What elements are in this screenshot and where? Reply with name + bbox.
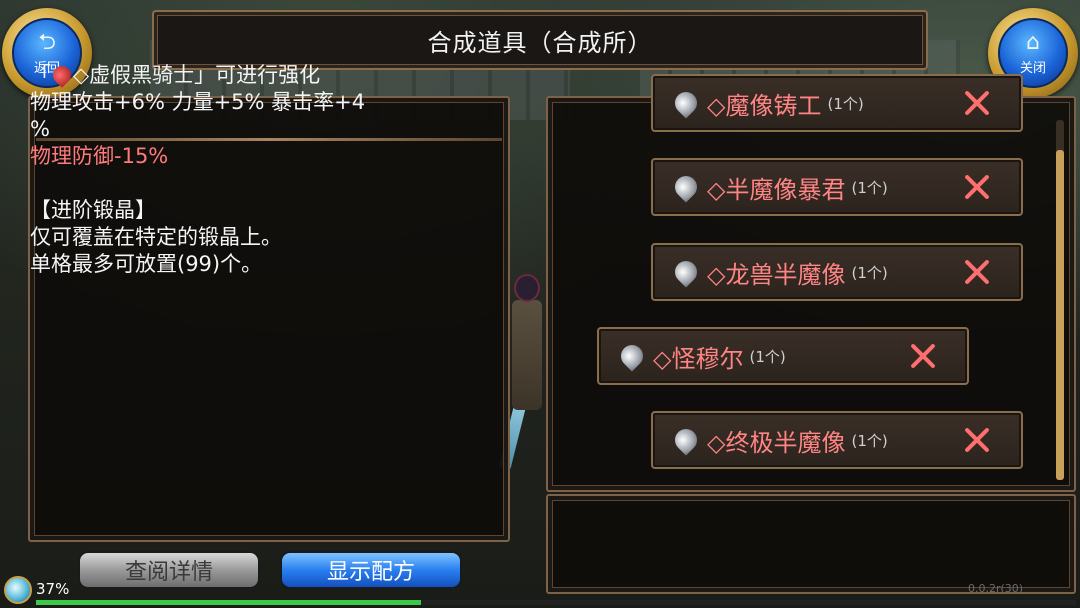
crystal-icon [670,424,702,456]
item-description: 「 ◇虚假黑骑士」可进行强化 物理攻击+6% 力量+5% 暴击率+4 % 物理防御… [30,62,450,278]
list-item-name: ◇龙兽半魔像 [707,260,846,289]
info-line-enhance: 「 ◇虚假黑骑士」可进行强化 [30,62,450,89]
crafting-slot-panel [546,494,1076,594]
list-item[interactable]: ◇半魔像暴君 (1个) [651,158,1023,216]
list-item-name: ◇终极半魔像 [707,428,846,457]
title-bar: 合成道具（合成所） [152,10,928,70]
info-item-name: ◇虚假黑骑士 [73,63,195,87]
list-scrollbar-thumb[interactable] [1056,150,1064,480]
list-scrollbar[interactable] [1056,120,1064,480]
progress-bar-fill [36,600,421,605]
list-item-selected[interactable]: ◇怪穆尔 (1个) [597,327,969,385]
crystal-icon [670,171,702,203]
show-recipe-button[interactable]: 显示配方 [280,551,462,589]
home-icon: ⌂ [1026,29,1040,55]
crystal-icon [616,340,648,372]
page-title: 合成道具（合成所） [427,28,653,57]
list-item-count: (1个) [851,263,888,282]
list-item-count: (1个) [749,347,786,366]
info-line-category: 【进阶锻晶】 [30,198,156,222]
remove-icon[interactable] [963,426,991,454]
list-item[interactable]: ◇龙兽半魔像 (1个) [651,243,1023,301]
progress-bar [36,600,1076,605]
load-percent: 37% [36,580,70,598]
info-line-stats-cont: % [30,117,50,141]
info-bracket-open: 「 [30,63,51,87]
list-item-count: (1个) [827,94,864,113]
version-label: 0.0.2r(30) [968,582,1024,595]
info-line-rule2: 单格最多可放置(99)个。 [30,252,263,276]
close-button-label: 关闭 [1019,60,1046,76]
character-head [514,274,540,302]
info-bracket-close: 」可进行强化 [194,63,321,87]
info-line-penalty: 物理防御-15% [30,144,169,168]
crystal-icon [670,87,702,119]
info-line-stats: 物理攻击+6% 力量+5% 暴击率+4 [30,90,366,114]
network-orb-icon [4,576,32,604]
remove-icon[interactable] [963,173,991,201]
list-item-count: (1个) [851,178,888,197]
remove-icon[interactable] [963,89,991,117]
red-gem-icon [49,62,75,88]
list-item-name: ◇怪穆尔 [653,344,744,373]
return-arrow-icon: ⮌ [38,29,56,55]
remove-icon[interactable] [963,258,991,286]
list-item-count: (1个) [851,431,888,450]
list-item-name: ◇半魔像暴君 [707,175,846,204]
list-item-name: ◇魔像铸工 [707,91,822,120]
remove-icon[interactable] [909,342,937,370]
list-item[interactable]: ◇魔像铸工 (1个) [651,74,1023,132]
player-character [498,270,550,471]
info-line-rule1: 仅可覆盖在特定的锻晶上。 [30,225,282,249]
crystal-icon [670,256,702,288]
list-item[interactable]: ◇终极半魔像 (1个) [651,411,1023,469]
character-body [512,300,542,410]
view-details-button[interactable]: 查阅详情 [78,551,260,589]
